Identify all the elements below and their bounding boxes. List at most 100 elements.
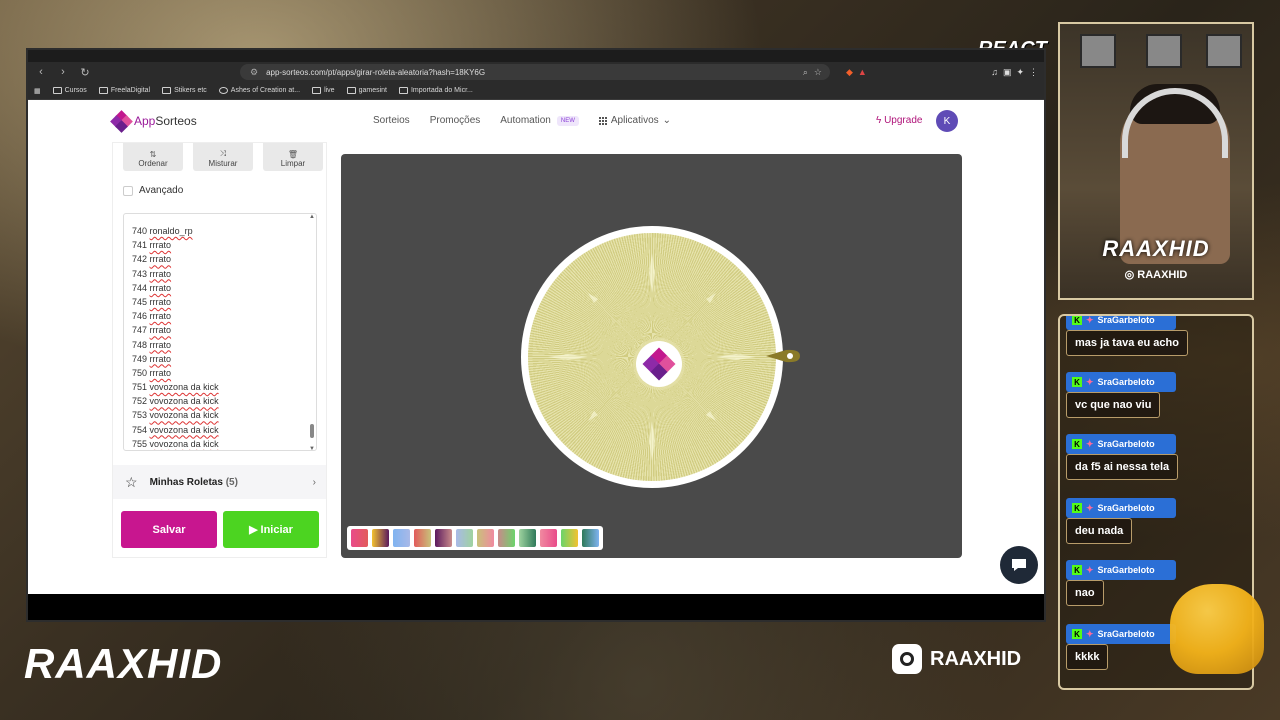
spin-wheel[interactable] [528, 233, 776, 481]
palette-swatch[interactable] [414, 529, 431, 547]
entry-number: 748 [132, 339, 148, 350]
sort-button[interactable]: ⇅ Ordenar [123, 143, 183, 171]
nav-aplicativos[interactable]: Aplicativos ⌄ [598, 115, 672, 126]
entry-number: 743 [132, 268, 148, 279]
globe-icon [218, 87, 228, 94]
bookmark-ashes[interactable]: Ashes of Creation at... [218, 87, 300, 94]
scroll-thumb[interactable] [310, 424, 314, 438]
bookmark-live[interactable]: live [312, 87, 335, 94]
chat-text: da f5 ai nessa tela [1066, 454, 1179, 480]
chat-username-badge: K ✦ SraGarbeloto [1066, 372, 1176, 392]
palette-swatch[interactable] [456, 529, 473, 547]
list-item: 748 rrrato [132, 338, 316, 352]
entry-number: 751 [132, 382, 148, 393]
forward-icon[interactable]: › [56, 66, 70, 78]
my-wheels-row[interactable]: ☆ Minhas Roletas (5) › [113, 465, 326, 499]
chat-text: mas ja tava eu acho [1066, 330, 1188, 356]
media-icon[interactable]: ♫ [991, 67, 998, 78]
list-scrollbar[interactable]: ▲ ▼ [309, 214, 315, 450]
my-wheels-count: (5) [225, 476, 238, 488]
avatar[interactable]: K [936, 110, 958, 132]
entry-name: rrrato [149, 367, 172, 378]
palette-swatch[interactable] [393, 529, 410, 547]
scroll-up-icon[interactable]: ▲ [309, 214, 315, 220]
shuffle-button[interactable]: ⤨ Misturar [193, 143, 253, 171]
list-item: 744 rrrato [132, 281, 316, 295]
bookmark-stikers[interactable]: Stikers etc [162, 87, 207, 94]
upgrade-link[interactable]: ϟ Upgrade [876, 115, 922, 126]
palette-swatch[interactable] [582, 529, 599, 547]
save-button[interactable]: Salvar [121, 511, 217, 548]
palette-swatch[interactable] [435, 529, 452, 547]
list-item: 746 rrrato [132, 309, 316, 323]
advanced-checkbox[interactable] [123, 185, 133, 196]
apps-grid-icon [598, 116, 607, 125]
bookmark-freeladigital[interactable]: FreelaDigital [98, 87, 150, 94]
list-item: 745 rrrato [132, 295, 316, 309]
zoom-icon[interactable]: ⌕ [803, 67, 808, 78]
palette-swatch[interactable] [477, 529, 494, 547]
nav-aplicativos-label: Aplicativos [610, 115, 659, 126]
nav-promocoes[interactable]: Promoções [430, 115, 481, 126]
entry-number: 750 [132, 367, 148, 378]
site-logo[interactable]: AppSorteos [110, 110, 197, 133]
palette-swatch[interactable] [498, 529, 515, 547]
scroll-down-icon[interactable]: ▼ [309, 446, 315, 450]
reading-icon[interactable]: ▣ [1003, 67, 1012, 78]
chat-username-badge: K ✦ SraGarbeloto [1066, 498, 1176, 518]
entry-number: 747 [132, 325, 148, 336]
nav-sorteios[interactable]: Sorteios [373, 115, 410, 126]
entry-number: 742 [132, 254, 148, 265]
entry-name: rrrato [149, 311, 172, 322]
wheel-hub[interactable] [636, 341, 682, 387]
wall-frame [1146, 34, 1182, 68]
names-textarea[interactable]: 740 ronaldo_rp 741 rrrato 742 rrrato 743 rr… [123, 213, 317, 451]
back-icon[interactable]: ‹ [34, 66, 48, 78]
shuffle-icon: ⤨ [219, 149, 227, 158]
entry-name: vovozona da kick [149, 410, 219, 421]
wall-frame [1080, 34, 1116, 68]
site-info-icon[interactable]: ⚙ [250, 67, 258, 78]
bookmark-cursos[interactable]: Cursos [52, 87, 87, 94]
nav-automation[interactable]: Automation [500, 115, 551, 126]
chat-username: SraGarbeloto [1097, 439, 1155, 449]
entry-name: rrrato [149, 353, 172, 364]
main-nav: Sorteios Promoções Automation NEW Aplica… [373, 115, 671, 126]
chat-username-badge: K ✦ SraGarbeloto [1066, 560, 1176, 580]
apps-grid-icon[interactable]: ▦ [34, 87, 41, 95]
address-bar[interactable]: ⚙ app-sorteos.com/pt/apps/girar-roleta-a… [240, 64, 830, 80]
list-item: 749 rrrato [132, 352, 316, 366]
cam-brand: RAAXHID [1102, 236, 1210, 261]
bolt-icon: ϟ [876, 115, 882, 126]
advanced-toggle[interactable]: Avançado [123, 185, 183, 196]
list-item: 741 rrrato [132, 238, 316, 252]
start-button[interactable]: ▶ Iniciar [223, 511, 319, 548]
palette-swatch[interactable] [519, 529, 536, 547]
clear-button[interactable]: 🗑 Limpar [263, 143, 323, 171]
extensions-icon[interactable]: ✦ [1016, 67, 1024, 78]
palette-swatch[interactable] [540, 529, 557, 547]
bookmark-gamesint[interactable]: gamesint [346, 87, 387, 94]
brave-shield-icon[interactable]: ◆ [846, 67, 853, 78]
rewards-icon[interactable]: ▲ [858, 67, 867, 78]
entry-number: 753 [132, 410, 148, 421]
reload-icon[interactable]: ↻ [78, 66, 92, 79]
wall-frame [1206, 34, 1242, 68]
instagram-icon [892, 644, 922, 674]
bookmarks-bar: ▦ Cursos FreelaDigital Stikers etc Ashes… [28, 82, 1044, 100]
menu-icon[interactable]: ⋮ [1029, 67, 1038, 78]
badge-icon: ✦ [1086, 376, 1094, 387]
palette-swatch[interactable] [351, 529, 368, 547]
chevron-down-icon: ⌄ [662, 115, 672, 126]
palette-swatch[interactable] [561, 529, 578, 547]
kick-icon: K [1072, 629, 1082, 639]
bookmark-importada[interactable]: Importada do Micr... [398, 87, 473, 94]
bookmark-star-icon[interactable]: ☆ [814, 67, 822, 78]
entry-number: 754 [132, 424, 148, 435]
clear-label: Limpar [280, 159, 306, 168]
palette-swatch[interactable] [372, 529, 389, 547]
support-chat-button[interactable] [1000, 546, 1038, 584]
chat-message: K ✦ SraGarbeloto deu nada [1066, 498, 1176, 544]
list-item: 755 vovozona da kick [132, 437, 316, 450]
logo-sorteos: Sorteos [155, 114, 197, 128]
